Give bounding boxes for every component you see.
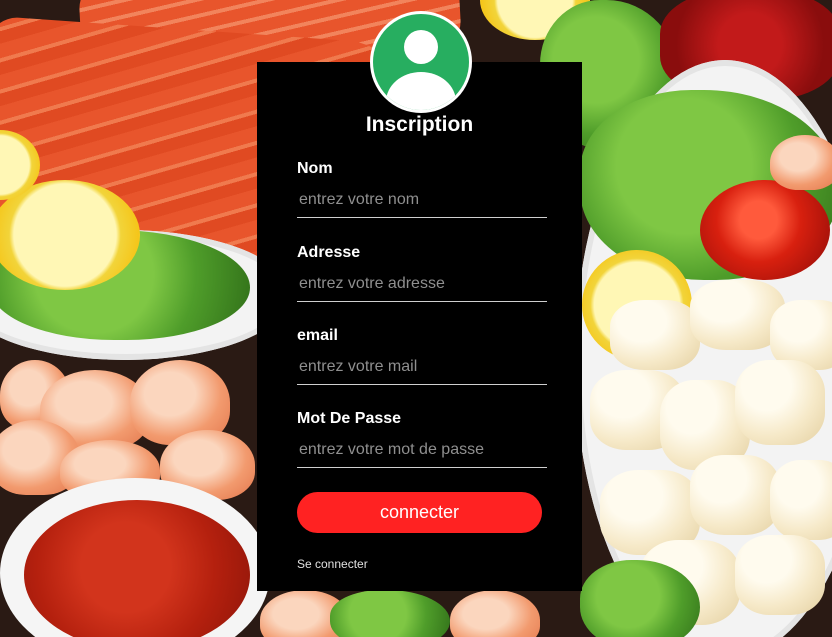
avatar-head xyxy=(404,30,438,64)
submit-button[interactable]: connecter xyxy=(297,492,542,533)
password-label: Mot De Passe xyxy=(297,410,402,427)
cocktail-sauce xyxy=(24,500,250,637)
address-label: Adresse xyxy=(297,244,361,261)
scallop xyxy=(735,360,825,445)
address-input[interactable] xyxy=(297,271,547,302)
avatar-circle xyxy=(373,14,469,110)
scallop xyxy=(610,300,700,370)
lettuce-garnish xyxy=(330,590,450,637)
avatar-body xyxy=(386,72,456,110)
shrimp xyxy=(450,590,540,637)
scallop xyxy=(770,460,832,540)
shrimp xyxy=(770,135,832,190)
user-avatar-icon xyxy=(370,11,472,113)
scallop xyxy=(735,535,825,615)
scallop xyxy=(690,455,780,535)
password-input[interactable] xyxy=(297,437,547,468)
form-title: Inscription xyxy=(365,113,474,136)
email-input[interactable] xyxy=(297,354,547,385)
name-input[interactable] xyxy=(297,187,547,218)
tomato-rose-garnish xyxy=(700,180,830,280)
name-label: Nom xyxy=(297,160,333,177)
email-label: email xyxy=(297,327,338,344)
login-link[interactable]: Se connecter xyxy=(297,557,368,571)
